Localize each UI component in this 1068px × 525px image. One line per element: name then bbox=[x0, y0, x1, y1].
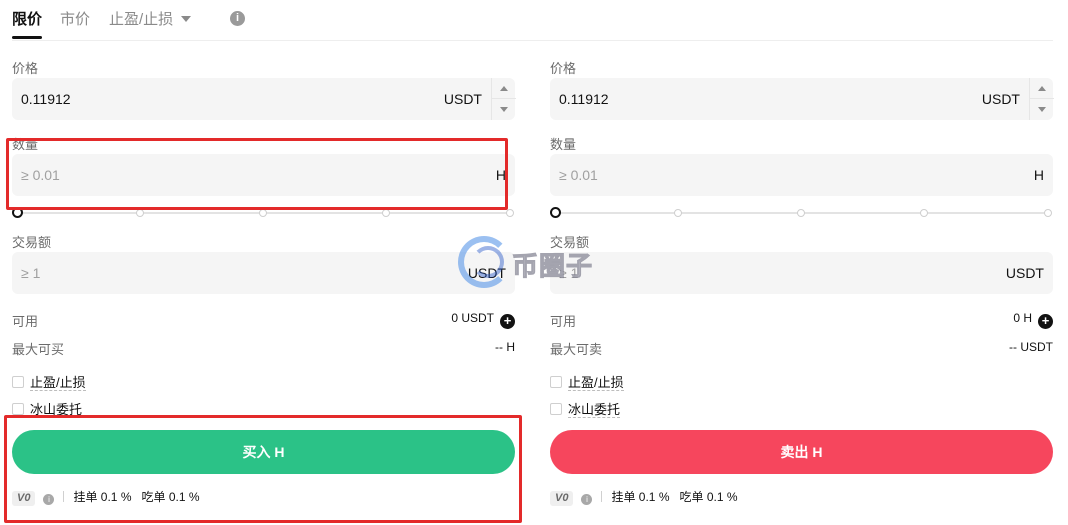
caret-down-icon[interactable] bbox=[1030, 99, 1054, 120]
buy-price-value[interactable]: 0.11912 bbox=[21, 91, 71, 107]
sell-button[interactable]: 卖出 H bbox=[550, 430, 1053, 474]
slider-mark-25[interactable] bbox=[674, 209, 682, 217]
slider-handle[interactable] bbox=[550, 207, 561, 218]
iceberg-checkbox[interactable]: 冰山委托 bbox=[550, 399, 621, 418]
tpsl-checkbox[interactable]: 止盈/止损 bbox=[12, 372, 86, 391]
tpsl-checkbox-label: 止盈/止损 bbox=[30, 375, 86, 391]
slider-mark-50[interactable] bbox=[797, 209, 805, 217]
buy-price-unit: USDT bbox=[443, 91, 482, 107]
available-value: 0 USDT bbox=[451, 311, 494, 325]
available-label: 可用 bbox=[550, 314, 577, 329]
buy-price-field[interactable]: 0.11912 USDT bbox=[12, 78, 516, 120]
buy-amount-placeholder: ≥ 1 bbox=[21, 265, 41, 281]
slider-mark-75[interactable] bbox=[920, 209, 928, 217]
tpsl-checkbox-label: 止盈/止损 bbox=[568, 375, 624, 391]
max-sell-label: 最大可卖 bbox=[550, 342, 603, 357]
checkbox-box[interactable] bbox=[550, 403, 562, 415]
price-stepper bbox=[491, 78, 516, 120]
available-value-row: 0 USDT + bbox=[451, 311, 515, 329]
slider-mark-25[interactable] bbox=[136, 209, 144, 217]
buy-action-highlight-box bbox=[4, 415, 522, 523]
quantity-label: 数量 bbox=[550, 137, 577, 152]
sell-quantity-field[interactable]: ≥ 0.01 H bbox=[550, 154, 1053, 196]
price-label: 价格 bbox=[12, 61, 39, 76]
sell-price-value[interactable]: 0.11912 bbox=[559, 91, 609, 107]
watermark-inner-ring-icon bbox=[472, 246, 504, 278]
watermark-text: 币圈子 bbox=[511, 251, 594, 282]
tpsl-checkbox[interactable]: 止盈/止损 bbox=[550, 372, 624, 391]
taker-fee: 吃单 0.1 % bbox=[679, 490, 738, 504]
slider-mark-50[interactable] bbox=[259, 209, 267, 217]
checkbox-box[interactable] bbox=[550, 376, 562, 388]
watermark-logo: 币圈子 bbox=[458, 232, 618, 292]
caret-down-icon[interactable] bbox=[492, 99, 516, 120]
maker-fee: 挂单 0.1 % bbox=[611, 490, 670, 504]
slider-mark-75[interactable] bbox=[382, 209, 390, 217]
vip-badge: V0 bbox=[550, 491, 574, 506]
sell-quantity-placeholder: ≥ 0.01 bbox=[559, 167, 598, 183]
sell-amount-field[interactable]: ≥ 1 USDT bbox=[550, 252, 1053, 294]
sell-quantity-unit: H bbox=[1033, 167, 1044, 183]
quantity-highlight-box bbox=[6, 138, 508, 210]
plus-circle-icon[interactable]: + bbox=[500, 314, 515, 329]
max-buy-value: -- H bbox=[495, 340, 515, 354]
fee-row: V0 i 挂单 0.1 % 吃单 0.1 % bbox=[550, 488, 738, 506]
available-value: 0 H bbox=[1013, 311, 1032, 325]
sell-percent-slider[interactable] bbox=[550, 206, 1053, 220]
max-sell-value: -- USDT bbox=[1009, 340, 1053, 354]
checkbox-box[interactable] bbox=[12, 376, 24, 388]
checkbox-box[interactable] bbox=[12, 403, 24, 415]
available-label: 可用 bbox=[12, 314, 39, 329]
sell-panel: 价格 0.11912 USDT 数量 ≥ 0.01 H 交易额 ≥ 1 USDT… bbox=[550, 0, 1054, 525]
sell-price-unit: USDT bbox=[981, 91, 1020, 107]
plus-circle-icon[interactable]: + bbox=[1038, 314, 1053, 329]
caret-up-icon[interactable] bbox=[492, 78, 516, 99]
iceberg-checkbox-label: 冰山委托 bbox=[568, 402, 621, 418]
amount-label: 交易额 bbox=[12, 235, 52, 250]
price-stepper bbox=[1029, 78, 1054, 120]
divider bbox=[601, 491, 603, 502]
info-icon[interactable]: i bbox=[581, 494, 593, 505]
slider-mark-100[interactable] bbox=[1044, 209, 1052, 217]
sell-price-field[interactable]: 0.11912 USDT bbox=[550, 78, 1054, 120]
sell-amount-unit: USDT bbox=[1005, 265, 1044, 281]
buy-amount-field[interactable]: ≥ 1 USDT bbox=[12, 252, 515, 294]
available-value-row: 0 H + bbox=[1013, 311, 1053, 329]
slider-mark-100[interactable] bbox=[506, 209, 514, 217]
caret-up-icon[interactable] bbox=[1030, 78, 1054, 99]
price-label: 价格 bbox=[550, 61, 577, 76]
max-buy-label: 最大可买 bbox=[12, 342, 65, 357]
